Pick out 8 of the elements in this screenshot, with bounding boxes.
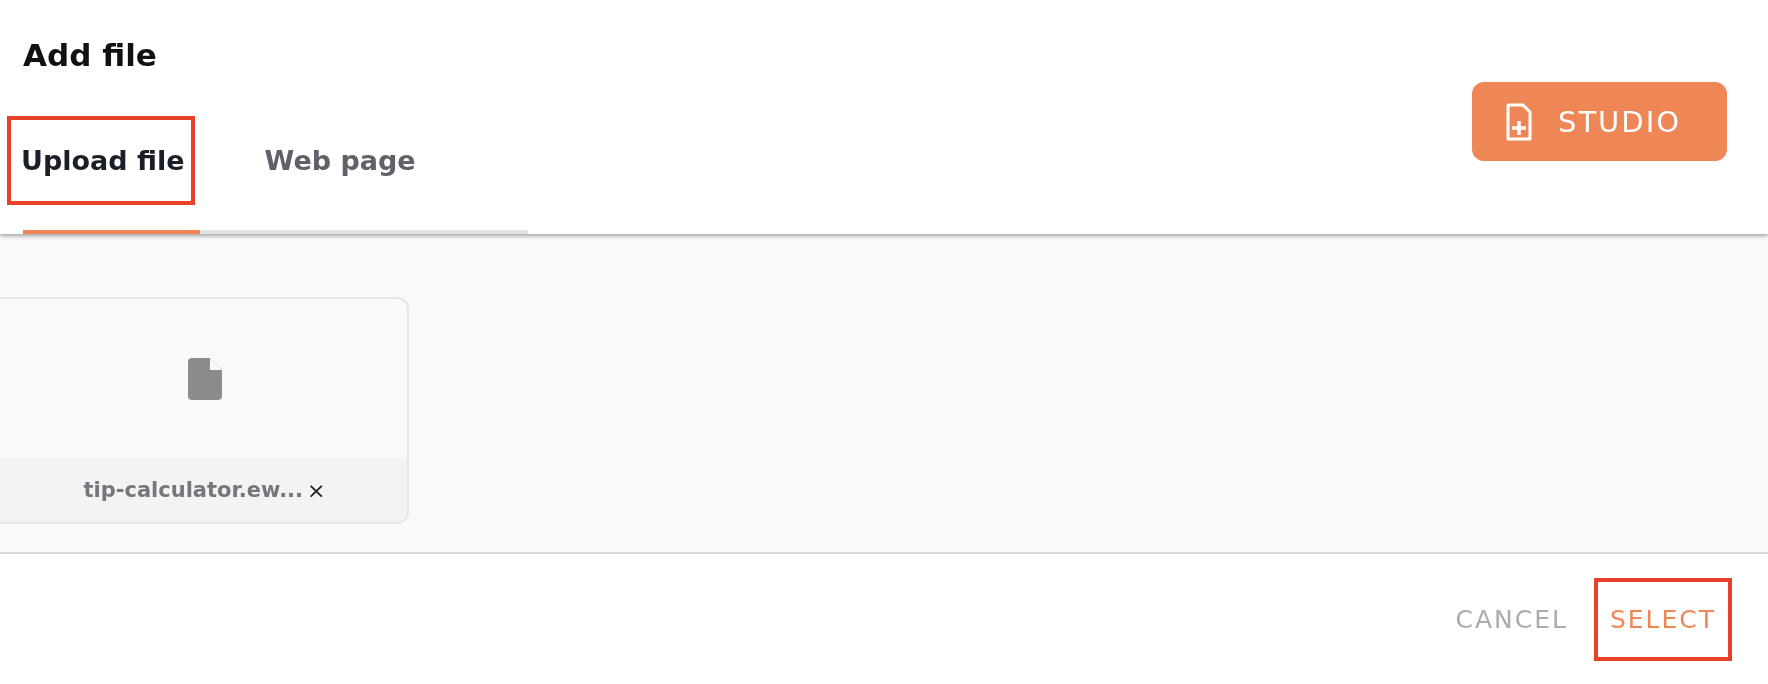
file-card[interactable]: tip-calculator.ew... × [0, 297, 409, 524]
file-name: tip-calculator.ew... [83, 478, 304, 502]
dialog-title: Add file [23, 36, 158, 75]
file-icon [187, 357, 222, 400]
tab[interactable]: Web page [250, 116, 426, 205]
remove-button[interactable]: × [307, 477, 326, 503]
tab[interactable]: Upload file [7, 116, 195, 205]
file-plus-icon [1506, 102, 1532, 141]
